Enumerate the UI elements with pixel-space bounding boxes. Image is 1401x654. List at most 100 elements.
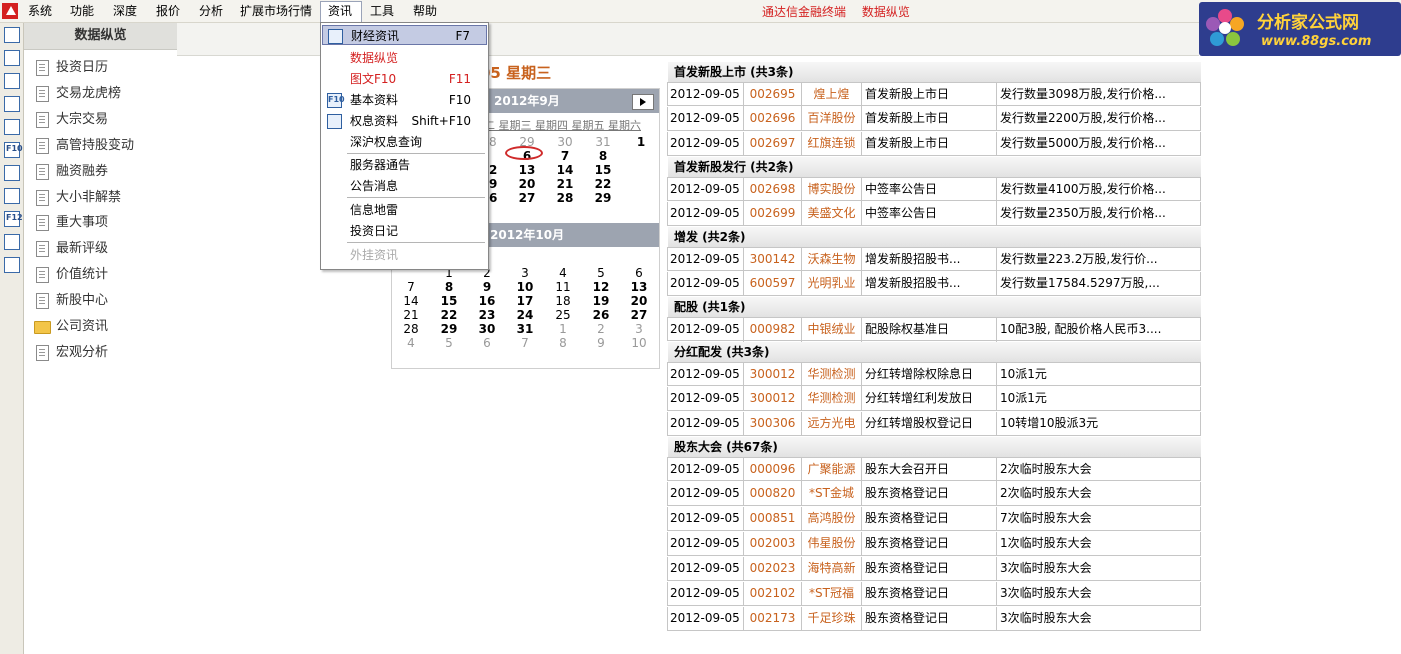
menu-item[interactable]: 功能 — [70, 3, 94, 19]
calendar-day[interactable]: 27 — [508, 191, 546, 205]
table-row[interactable]: 2012-09-05 000820 *ST金城 股东资格登记日 2次临时股东大会 — [667, 482, 1201, 506]
calendar-day[interactable]: 7 — [506, 336, 544, 350]
calendar-day[interactable]: 21 — [392, 308, 430, 322]
table-row[interactable]: 2012-09-05 300142 沃森生物 增发新股招股书... 发行数量223.2万… — [667, 247, 1201, 272]
dropdown-item[interactable]: 数据纵览 — [322, 48, 487, 68]
calendar-day[interactable]: 21 — [546, 177, 584, 191]
calendar-icon[interactable] — [4, 188, 20, 204]
stock-name[interactable]: 百洋股份 — [802, 107, 862, 131]
calendar-day[interactable]: 17 — [506, 294, 544, 308]
stock-code[interactable]: 002699 — [744, 202, 802, 226]
stock-name[interactable]: 煌上煌 — [802, 83, 862, 107]
stock-name[interactable]: 华测检测 — [802, 387, 862, 411]
menu-item[interactable]: 扩展市场行情 — [240, 3, 312, 19]
stock-name[interactable]: 高鸿股份 — [802, 507, 862, 531]
stock-name[interactable]: 远方光电 — [802, 412, 862, 436]
calendar-day[interactable]: 30 — [546, 135, 584, 149]
calendar-day[interactable]: 8 — [544, 336, 582, 350]
calendar-day[interactable]: 24 — [506, 308, 544, 322]
calendar-day[interactable]: 14 — [392, 294, 430, 308]
dropdown-item[interactable]: 深沪权息查询 — [322, 132, 487, 152]
calendar-day[interactable]: 11 — [544, 280, 582, 294]
table-row[interactable]: 2012-09-05 600597 光明乳业 增发新股招股书... 发行数量17584.… — [667, 272, 1201, 296]
calendar-day[interactable]: 29 — [584, 191, 622, 205]
stock-name[interactable]: 海特高新 — [802, 557, 862, 581]
notes-icon[interactable] — [4, 165, 20, 181]
table-row[interactable]: 2012-09-05 002698 博实股份 中签率公告日 发行数量4100万股,发行价… — [667, 177, 1201, 202]
f12-icon[interactable]: F12 — [4, 211, 23, 227]
calendar-day[interactable]: 12 — [582, 280, 620, 294]
calendar-day[interactable]: 28 — [392, 322, 430, 336]
stock-name[interactable]: 广聚能源 — [802, 458, 862, 482]
calendar-day[interactable]: 15 — [430, 294, 468, 308]
stock-name[interactable]: 红旗连锁 — [802, 132, 862, 156]
table-row[interactable]: 2012-09-05 002003 伟星股份 股东资格登记日 1次临时股东大会 — [667, 532, 1201, 556]
calendar-day[interactable]: 4 — [544, 266, 582, 280]
dropdown-item[interactable]: F10 基本资料 F10 — [322, 90, 487, 110]
calendar-day[interactable]: 13 — [620, 280, 658, 294]
menu-item[interactable]: 分析 — [199, 3, 223, 19]
table-row[interactable]: 2012-09-05 002102 *ST冠福 股东资格登记日 3次临时股东大会 — [667, 582, 1201, 606]
calendar-day[interactable]: 18 — [544, 294, 582, 308]
formula-icon[interactable] — [4, 234, 20, 250]
menu-item[interactable]: 资讯 — [328, 3, 352, 19]
stock-code[interactable]: 002102 — [744, 582, 802, 606]
calendar-day[interactable]: 22 — [430, 308, 468, 322]
calendar-day[interactable]: 3 — [620, 322, 658, 336]
calendar-day[interactable]: 7 — [392, 280, 430, 294]
calendar-day[interactable]: 31 — [506, 322, 544, 336]
calendar-day[interactable]: 28 — [546, 191, 584, 205]
calendar-day[interactable]: 20 — [508, 177, 546, 191]
stock-code[interactable]: 300012 — [744, 363, 802, 387]
menu-item[interactable]: 系统 — [28, 3, 52, 19]
stock-code[interactable]: 002173 — [744, 607, 802, 631]
calendar-day[interactable]: 15 — [584, 163, 622, 177]
calendar-day[interactable]: 14 — [546, 163, 584, 177]
stock-name[interactable]: 华测检测 — [802, 363, 862, 387]
calendar-day[interactable]: 5 — [582, 266, 620, 280]
stock-name[interactable]: *ST金城 — [802, 482, 862, 506]
stock-code[interactable]: 002697 — [744, 132, 802, 156]
calendar-day[interactable]: 27 — [620, 308, 658, 322]
quote-list-icon[interactable] — [4, 27, 20, 43]
stock-code[interactable]: 600597 — [744, 272, 802, 296]
calendar-day[interactable]: 22 — [584, 177, 622, 191]
calendar-day[interactable]: 26 — [582, 308, 620, 322]
calendar-day[interactable]: 2 — [582, 322, 620, 336]
dropdown-item[interactable]: 图文F10 F11 — [322, 69, 487, 89]
stock-code[interactable]: 300012 — [744, 387, 802, 411]
calendar-day[interactable]: 4 — [392, 336, 430, 350]
calendar-day[interactable]: 13 — [508, 163, 546, 177]
candlestick-icon[interactable] — [4, 96, 20, 112]
stock-name[interactable]: 伟星股份 — [802, 532, 862, 556]
calendar-day[interactable]: 6 — [468, 336, 506, 350]
calendar-day[interactable]: 5 — [430, 336, 468, 350]
grid-icon[interactable] — [4, 50, 20, 66]
menu-item[interactable]: 报价 — [156, 3, 180, 19]
dropdown-item[interactable]: 服务器通告 — [322, 155, 487, 175]
dropdown-item[interactable]: 信息地雷 — [322, 200, 487, 220]
stock-code[interactable]: 002698 — [744, 178, 802, 202]
calendar-day[interactable]: 1 — [544, 322, 582, 336]
calendar-day[interactable]: 31 — [584, 135, 622, 149]
table-row[interactable]: 2012-09-05 002173 千足珍珠 股东资格登记日 3次临时股东大会 — [667, 607, 1201, 631]
line-chart-icon[interactable] — [4, 73, 20, 89]
table-row[interactable]: 2012-09-05 002696 百洋股份 首发新股上市日 发行数量2200万股,发行… — [667, 107, 1201, 131]
stock-code[interactable]: 000982 — [744, 318, 802, 342]
calendar-day[interactable]: 1 — [622, 135, 660, 149]
table-row[interactable]: 2012-09-05 002697 红旗连锁 首发新股上市日 发行数量5000万股,发行… — [667, 132, 1201, 156]
stock-code[interactable]: 002023 — [744, 557, 802, 581]
stock-code[interactable]: 002696 — [744, 107, 802, 131]
search-icon[interactable] — [4, 257, 20, 273]
stock-name[interactable]: 沃森生物 — [802, 248, 862, 272]
table-row[interactable]: 2012-09-05 300306 远方光电 分红转增股权登记日 10转增10股派3元 — [667, 412, 1201, 436]
menu-item[interactable]: 工具 — [370, 3, 394, 19]
stock-code[interactable]: 000851 — [744, 507, 802, 531]
news-icon[interactable] — [4, 119, 20, 135]
stock-name[interactable]: 美盛文化 — [802, 202, 862, 226]
calendar-day[interactable]: 7 — [546, 149, 584, 163]
table-row[interactable]: 2012-09-05 300012 华测检测 分红转增红利发放日 10派1元 — [667, 387, 1201, 411]
stock-code[interactable]: 000820 — [744, 482, 802, 506]
calendar-day[interactable]: 19 — [582, 294, 620, 308]
calendar-day[interactable]: 8 — [430, 280, 468, 294]
